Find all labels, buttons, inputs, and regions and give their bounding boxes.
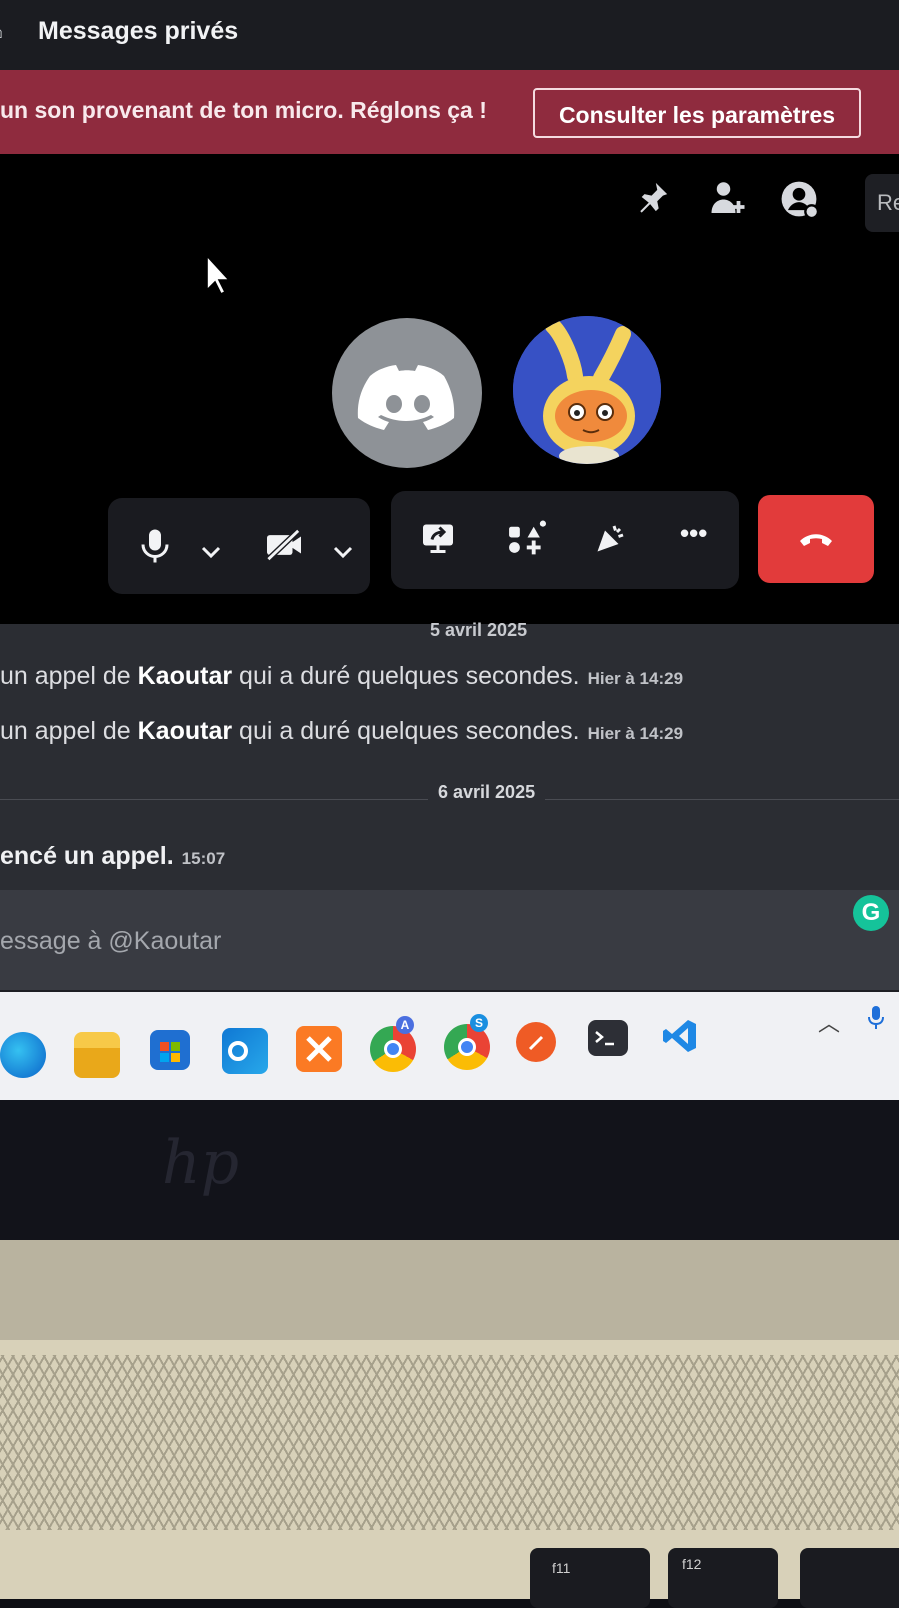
laptop-bezel (0, 1100, 899, 1240)
timestamp: 15:07 (181, 849, 226, 868)
timestamp: Hier à 14:29 (587, 669, 684, 688)
xampp-icon[interactable] (296, 1026, 342, 1072)
hang-up-button[interactable] (758, 495, 874, 583)
message-text: un appel de (0, 717, 138, 745)
banner-text: un son provenant de ton micro. Réglons ç… (0, 97, 487, 123)
user-name[interactable]: Kaoutar (138, 717, 232, 745)
mouse-cursor-icon (206, 254, 231, 296)
call-area: Re (0, 154, 899, 624)
message-text: qui a duré quelques secondes. (232, 717, 580, 745)
message-composer[interactable]: essage à @Kaoutar G (0, 890, 899, 990)
add-friend-icon[interactable] (708, 180, 748, 224)
activities-icon[interactable] (506, 520, 546, 566)
monitor-screen: ⌂ Messages privés un son provenant de to… (0, 0, 899, 1100)
microsoft-store-icon[interactable] (150, 1030, 190, 1070)
date-separator: 6 avril 2025 (428, 782, 546, 803)
keyboard-key (800, 1548, 899, 1608)
window-titlebar: ⌂ Messages privés (0, 0, 899, 70)
participant-avatar-user[interactable] (513, 316, 661, 464)
mic-warning-banner: un son provenant de ton micro. Réglons ç… (0, 70, 899, 154)
inbox-icon: ⌂ (0, 18, 14, 43)
file-explorer-icon[interactable] (74, 1032, 120, 1078)
soundboard-icon[interactable] (592, 520, 630, 564)
microphone-tray-icon[interactable] (866, 1004, 886, 1037)
user-name[interactable]: Kaoutar (138, 662, 232, 690)
chrome-profile-s-icon[interactable]: S (444, 1014, 490, 1070)
hang-up-icon (800, 534, 832, 546)
message-input[interactable]: essage à @Kaoutar (0, 927, 221, 956)
message-text: encé un appel. (0, 842, 174, 870)
outlook-icon[interactable] (222, 1028, 268, 1074)
profile-badge: S (470, 1014, 488, 1032)
grammarly-icon[interactable]: G (853, 895, 889, 931)
call-started-message: encé un appel. 15:07 (0, 842, 225, 871)
profile-icon[interactable] (780, 180, 820, 226)
date-separator: 5 avril 2025 (430, 620, 528, 640)
keyboard-key-f11: f11 (530, 1548, 650, 1608)
hp-logo: hp (162, 1128, 240, 1198)
chevron-down-icon[interactable] (332, 534, 354, 568)
camera-off-icon[interactable] (264, 528, 304, 570)
pin-icon[interactable] (636, 180, 670, 222)
more-icon[interactable]: ••• (680, 518, 707, 549)
keyboard-key-f12: f12 (668, 1548, 778, 1608)
postman-icon[interactable] (516, 1022, 556, 1062)
laptop-hinge (0, 1240, 899, 1340)
windows-taskbar: A S ︿ (0, 992, 899, 1100)
call-log-message: un appel de Kaoutar qui a duré quelques … (0, 717, 683, 746)
message-text: qui a duré quelques secondes. (232, 662, 580, 690)
chevron-up-icon[interactable]: ︿ (818, 1006, 840, 1038)
discord-logo-icon (357, 365, 455, 430)
participant-avatar-discord[interactable] (332, 318, 482, 468)
vscode-icon[interactable] (660, 1016, 700, 1056)
cartoon-bunny-avatar (513, 316, 661, 464)
mic-icon[interactable] (140, 528, 170, 572)
open-settings-button[interactable]: Consulter les paramètres (533, 88, 861, 138)
chevron-down-icon[interactable] (200, 534, 222, 568)
chrome-profile-a-icon[interactable]: A (370, 1016, 416, 1072)
screen-share-icon[interactable] (420, 520, 456, 564)
search-input[interactable]: Re (865, 174, 899, 232)
terminal-icon[interactable] (588, 1020, 628, 1056)
timestamp: Hier à 14:29 (587, 724, 684, 743)
call-log-message: un appel de Kaoutar qui a duré quelques … (0, 662, 683, 691)
message-text: un appel de (0, 662, 138, 690)
profile-badge: A (396, 1016, 414, 1034)
page-title: Messages privés (38, 17, 239, 45)
speaker-grille (0, 1355, 899, 1530)
edge-icon[interactable] (0, 1032, 46, 1078)
